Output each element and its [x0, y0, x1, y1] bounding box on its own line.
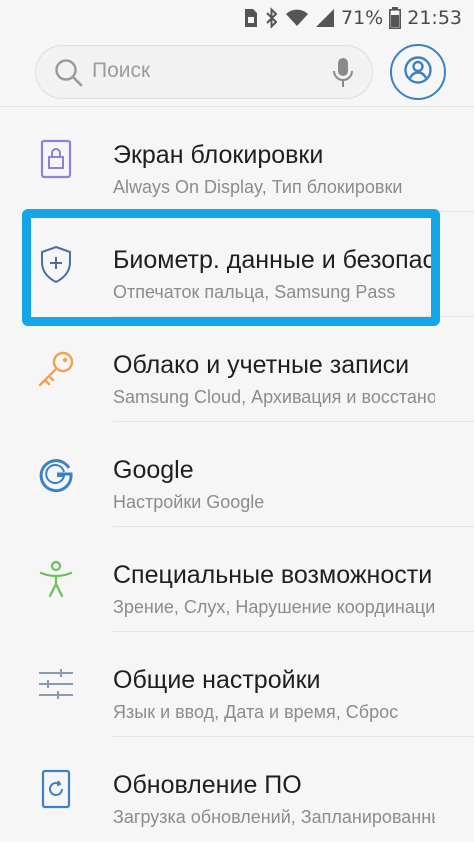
key-icon [36, 349, 76, 389]
setting-biometrics-security[interactable]: Биометр. данные и безопасность Отпечаток… [0, 212, 474, 317]
battery-percent: 71% [341, 7, 384, 29]
bluetooth-icon [265, 7, 279, 29]
search-bar[interactable]: Поиск [35, 45, 373, 99]
software-update-icon [36, 769, 76, 809]
setting-cloud-accounts[interactable]: Облако и учетные записи Samsung Cloud, А… [0, 317, 474, 422]
setting-lock-screen[interactable]: Экран блокировки Always On Display, Тип … [0, 107, 474, 212]
setting-title: Биометр. данные и безопасность [113, 246, 438, 274]
lock-screen-icon [36, 139, 76, 179]
search-header: Поиск [0, 36, 474, 108]
search-placeholder: Поиск [92, 59, 151, 82]
status-bar: 71% 21:53 [0, 0, 474, 36]
setting-subtitle: Загрузка обновлений, Запланированные [113, 807, 435, 827]
setting-title: Экран блокировки [113, 141, 324, 169]
profile-button[interactable] [390, 44, 446, 100]
setting-software-update[interactable]: Обновление ПО Загрузка обновлений, Запла… [0, 737, 474, 842]
setting-subtitle: Настройки Google [113, 492, 265, 512]
signal-icon [315, 8, 335, 28]
setting-subtitle: Samsung Cloud, Архивация и восстановлени… [113, 387, 435, 407]
setting-subtitle: Отпечаток пальца, Samsung Pass [113, 282, 396, 302]
accessibility-icon [36, 559, 76, 599]
sliders-icon [36, 664, 76, 704]
clock: 21:53 [407, 7, 462, 29]
setting-title: Общие настройки [113, 666, 321, 694]
setting-title: Специальные возможности [113, 561, 433, 589]
setting-title: Google [113, 456, 194, 484]
account-icon [403, 55, 433, 89]
setting-general-management[interactable]: Общие настройки Язык и ввод, Дата и врем… [0, 632, 474, 737]
setting-title: Обновление ПО [113, 771, 302, 799]
sim-icon [243, 8, 259, 28]
setting-title: Облако и учетные записи [113, 351, 410, 379]
google-icon [36, 454, 76, 494]
setting-subtitle: Always On Display, Тип блокировки [113, 177, 403, 197]
setting-google[interactable]: Google Настройки Google [0, 422, 474, 527]
microphone-icon[interactable] [332, 57, 354, 93]
battery-icon [389, 7, 402, 29]
setting-accessibility[interactable]: Специальные возможности Зрение, Слух, На… [0, 527, 474, 632]
setting-subtitle: Зрение, Слух, Нарушение координации [113, 597, 435, 617]
search-icon [54, 58, 84, 92]
settings-screen: 71% 21:53 Поиск Экран блокировки Always … [0, 0, 474, 842]
shield-icon [36, 244, 76, 284]
wifi-icon [285, 8, 309, 28]
setting-subtitle: Язык и ввод, Дата и время, Сброс [113, 702, 399, 722]
